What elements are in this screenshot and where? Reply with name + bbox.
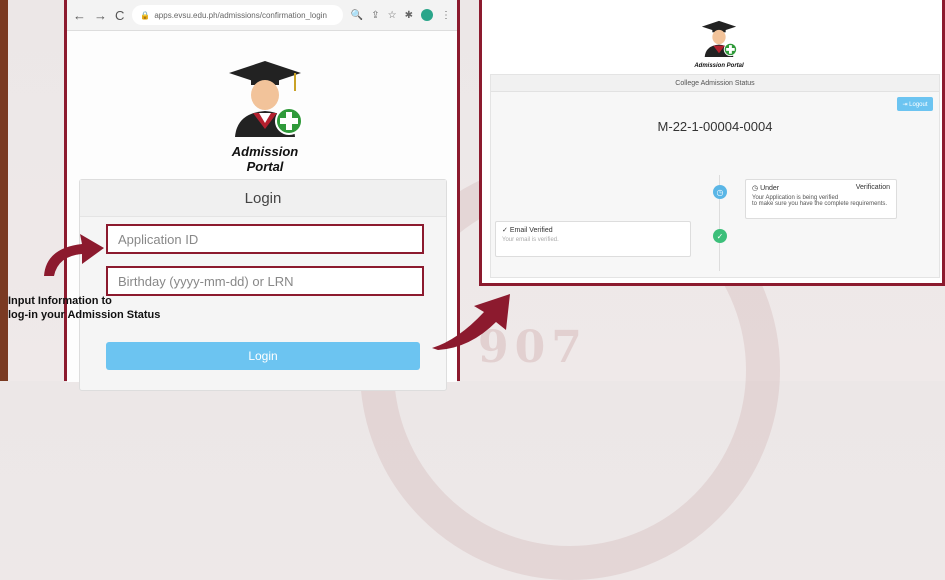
portal-title: Admission Portal xyxy=(231,144,299,174)
graduate-avatar-icon xyxy=(229,61,303,137)
under-title-right: Verification xyxy=(855,184,890,191)
logout-button[interactable]: ⇥ Logout xyxy=(897,97,933,111)
browser-toolbar: ← → C 🔒 apps.evsu.edu.ph/admissions/conf… xyxy=(67,0,457,31)
login-button[interactable]: Login xyxy=(106,342,420,370)
admission-portal-logo: Admission Portal xyxy=(215,57,315,174)
email-title: Email Verified xyxy=(509,227,553,234)
left-edge-strip xyxy=(0,0,8,381)
under-verification-card: ◷ Under Verification Your Application is… xyxy=(745,179,897,219)
bookmark-star-icon[interactable]: ☆ xyxy=(388,10,397,21)
login-card: Login Application ID Birthday (yyyy-mm-d… xyxy=(79,179,447,391)
reload-button[interactable]: C xyxy=(115,8,124,23)
back-button[interactable]: ← xyxy=(73,8,86,23)
birthday-lrn-input[interactable]: Birthday (yyyy-mm-dd) or LRN xyxy=(106,266,424,296)
application-number: M-22-1-00004-0004 xyxy=(657,119,773,134)
status-portal-logo: Admission Portal xyxy=(694,18,744,69)
forward-button[interactable]: → xyxy=(94,8,107,23)
clock-icon: ◷ xyxy=(752,185,761,192)
annotation-line-1: Input Information to xyxy=(8,295,112,307)
verified-check-icon: ✓ xyxy=(713,229,727,243)
login-card-title: Login xyxy=(80,180,446,217)
graduate-avatar-small-icon xyxy=(701,20,738,58)
under-desc-2: to make sure you have the complete requi… xyxy=(752,201,888,207)
application-id-input[interactable]: Application ID xyxy=(106,224,424,254)
browser-window: ← → C 🔒 apps.evsu.edu.ph/admissions/conf… xyxy=(64,0,460,391)
under-title-left: Under xyxy=(760,185,780,192)
email-desc: Your email is verified. xyxy=(502,237,559,243)
admission-status-screen: Admission Portal College Admission Statu… xyxy=(479,0,945,286)
zoom-icon[interactable]: 🔍 xyxy=(351,10,363,21)
lock-icon: 🔒 xyxy=(140,10,151,20)
status-card: College Admission Status ⇥ Logout M-22-1… xyxy=(490,74,940,278)
email-verified-card: ✓ Email Verified Your email is verified. xyxy=(495,221,691,257)
url-text: apps.evsu.edu.ph/admissions/confirmation… xyxy=(154,10,327,20)
menu-dots-icon[interactable]: ⋮ xyxy=(441,10,451,21)
profile-avatar[interactable] xyxy=(421,9,433,21)
pending-clock-icon: ◷ xyxy=(713,185,727,199)
check-icon: ✓ xyxy=(502,227,510,234)
login-page: Admission Portal Login Application ID Bi… xyxy=(67,31,457,391)
extensions-icon[interactable]: ✱ xyxy=(405,10,413,21)
address-bar[interactable]: 🔒 apps.evsu.edu.ph/admissions/confirmati… xyxy=(132,5,343,25)
curved-arrow-to-status-icon xyxy=(432,294,510,350)
instruction-annotation: Input Information to log-in your Admissi… xyxy=(8,294,160,322)
share-icon[interactable]: ⇪ xyxy=(371,10,379,21)
annotation-line-2: log-in your Admission Status xyxy=(8,309,161,321)
status-header: College Admission Status xyxy=(491,75,939,92)
status-portal-title: Admission Portal xyxy=(694,63,744,69)
curved-arrow-icon xyxy=(44,234,104,276)
